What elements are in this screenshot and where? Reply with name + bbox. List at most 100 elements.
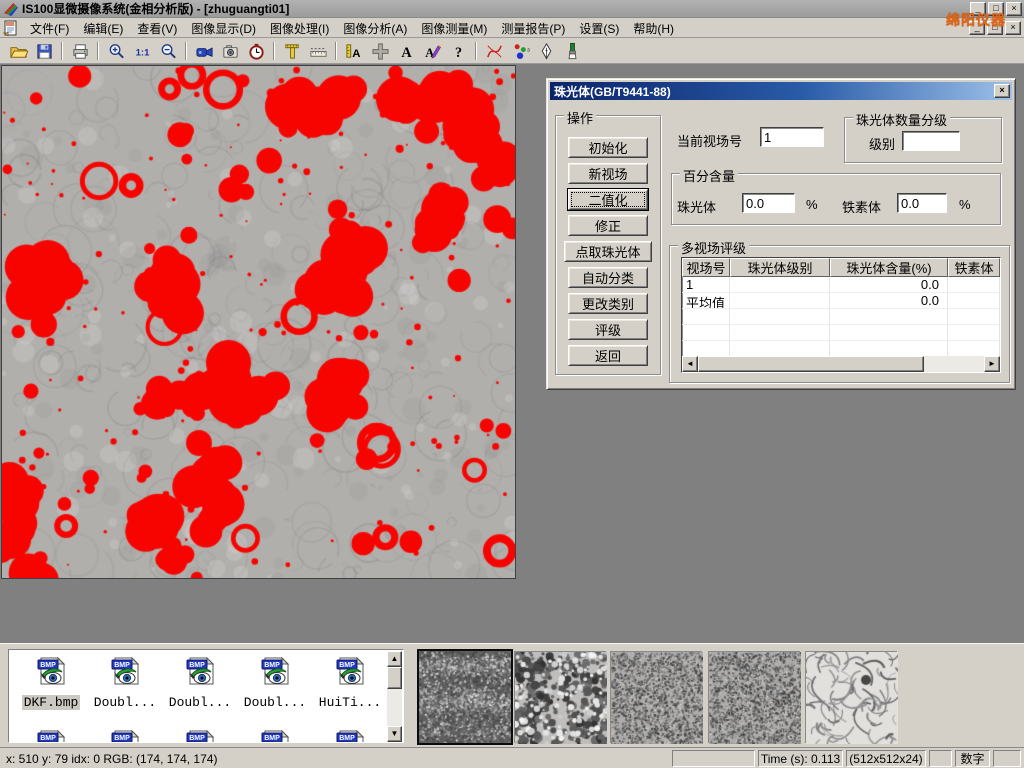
file-item[interactable]: BMP: [164, 727, 236, 743]
minimize-button[interactable]: _: [970, 2, 986, 16]
binarize-button[interactable]: 二值化: [568, 189, 648, 210]
file-item[interactable]: BMP Doubl...: [89, 654, 161, 711]
grade-input[interactable]: [902, 131, 960, 151]
ruler-button[interactable]: [305, 40, 331, 62]
file-name[interactable]: DKF.bmp: [22, 695, 81, 710]
scrollbar-thumb[interactable]: [698, 356, 924, 372]
zoom-out-button[interactable]: [155, 40, 181, 62]
file-item[interactable]: BMP DKF.bmp: [15, 654, 87, 711]
thumbnail-3[interactable]: [610, 651, 702, 743]
table-cell[interactable]: [948, 309, 1000, 325]
dialog-close-button[interactable]: ×: [994, 84, 1010, 98]
file-name[interactable]: Doubl...: [242, 695, 308, 710]
table-cell[interactable]: [948, 293, 1000, 309]
menu-image-measure[interactable]: 图像测量(M): [414, 18, 494, 39]
thumbnail-2[interactable]: [514, 651, 606, 743]
scrollbar-thumb[interactable]: [387, 667, 402, 689]
curve-measure-button[interactable]: [481, 40, 507, 62]
col-field-no[interactable]: 视场号: [682, 258, 730, 277]
menu-edit[interactable]: 编辑(E): [76, 18, 130, 39]
ferrite-percent-input[interactable]: [897, 193, 947, 213]
col-ferrite[interactable]: 铁素体: [948, 258, 1000, 277]
metallographic-image[interactable]: [2, 66, 515, 578]
table-cell[interactable]: 1: [682, 277, 730, 293]
table-hscrollbar[interactable]: ◄ ►: [682, 356, 1000, 372]
pearlite-percent-input[interactable]: [742, 193, 795, 213]
menu-help[interactable]: 帮助(H): [626, 18, 681, 39]
table-cell[interactable]: [730, 309, 830, 325]
table-cell[interactable]: [830, 341, 948, 357]
close-button[interactable]: ×: [1006, 2, 1022, 16]
file-item[interactable]: BMP: [15, 727, 87, 743]
caliper-button[interactable]: [279, 40, 305, 62]
file-name[interactable]: Doubl...: [167, 695, 233, 710]
print-button[interactable]: [67, 40, 93, 62]
maximize-button[interactable]: □: [988, 2, 1004, 16]
return-button[interactable]: 返回: [568, 345, 648, 366]
table-cell[interactable]: 0.0: [830, 293, 948, 309]
file-item[interactable]: BMP: [89, 727, 161, 743]
table-cell[interactable]: [730, 277, 830, 293]
table-cell[interactable]: [830, 309, 948, 325]
file-item[interactable]: BMP HuiTi...: [314, 654, 386, 711]
calibrate-button[interactable]: A: [341, 40, 367, 62]
dialog-title-bar[interactable]: 珠光体(GB/T9441-88) ×: [550, 82, 1012, 100]
camera-capture-button[interactable]: [217, 40, 243, 62]
thumbnail-1-selected[interactable]: [417, 649, 513, 745]
file-item[interactable]: BMP Doubl...: [239, 654, 311, 711]
pick-pearlite-button[interactable]: 点取珠光体: [564, 241, 652, 262]
correct-button[interactable]: 修正: [568, 215, 648, 236]
mdi-restore-button[interactable]: □: [987, 21, 1003, 35]
table-cell[interactable]: [730, 325, 830, 341]
menu-settings[interactable]: 设置(S): [572, 18, 626, 39]
file-name[interactable]: HuiTi...: [317, 695, 383, 710]
table-cell[interactable]: [730, 341, 830, 357]
new-field-button[interactable]: 新视场: [568, 163, 648, 184]
col-pearlite-grade[interactable]: 珠光体级别: [730, 258, 830, 277]
menu-image-analysis[interactable]: 图像分析(A): [336, 18, 414, 39]
current-field-input[interactable]: [760, 127, 824, 147]
menu-view[interactable]: 查看(V): [130, 18, 184, 39]
menu-measure-report[interactable]: 测量报告(P): [494, 18, 572, 39]
file-name[interactable]: Doubl...: [92, 695, 158, 710]
count-marks-button[interactable]: 3: [507, 40, 533, 62]
table-cell[interactable]: [948, 325, 1000, 341]
pen-button[interactable]: [533, 40, 559, 62]
save-button[interactable]: [31, 40, 57, 62]
mdi-minimize-button[interactable]: _: [969, 21, 985, 35]
table-cell[interactable]: [682, 309, 730, 325]
table-cell[interactable]: [948, 341, 1000, 357]
edit-text-button[interactable]: A: [419, 40, 445, 62]
auto-classify-button[interactable]: 自动分类: [568, 267, 648, 288]
thumbnail-5[interactable]: [805, 651, 897, 743]
table-cell[interactable]: 平均值: [682, 293, 730, 309]
file-vscrollbar[interactable]: ▲ ▼: [387, 651, 402, 742]
file-item[interactable]: BMP Doubl...: [164, 654, 236, 711]
col-pearlite-content[interactable]: 珠光体含量(%): [830, 258, 948, 277]
table-cell[interactable]: [682, 341, 730, 357]
mdi-close-button[interactable]: ×: [1005, 21, 1021, 35]
scrollbar-track[interactable]: [924, 356, 984, 372]
scroll-down-button[interactable]: ▼: [387, 726, 402, 742]
table-cell[interactable]: [830, 325, 948, 341]
table-cell[interactable]: [730, 293, 830, 309]
table-cell[interactable]: [682, 325, 730, 341]
table-cell[interactable]: [948, 277, 1000, 293]
change-class-button[interactable]: 更改类别: [568, 293, 648, 314]
scroll-up-button[interactable]: ▲: [387, 651, 402, 667]
text-button[interactable]: A: [393, 40, 419, 62]
zoom-in-button[interactable]: [103, 40, 129, 62]
brush-button[interactable]: [559, 40, 585, 62]
file-item[interactable]: BMP: [314, 727, 386, 743]
menu-file[interactable]: 文件(F): [23, 18, 76, 39]
menu-image-processing[interactable]: 图像处理(I): [263, 18, 336, 39]
timer-button[interactable]: [243, 40, 269, 62]
open-button[interactable]: [5, 40, 31, 62]
video-capture-button[interactable]: [191, 40, 217, 62]
move-button[interactable]: [367, 40, 393, 62]
file-item[interactable]: BMP: [239, 727, 311, 743]
table-cell[interactable]: 0.0: [830, 277, 948, 293]
scroll-right-button[interactable]: ►: [984, 356, 1000, 372]
thumbnail-4[interactable]: [708, 651, 800, 743]
scroll-left-button[interactable]: ◄: [682, 356, 698, 372]
